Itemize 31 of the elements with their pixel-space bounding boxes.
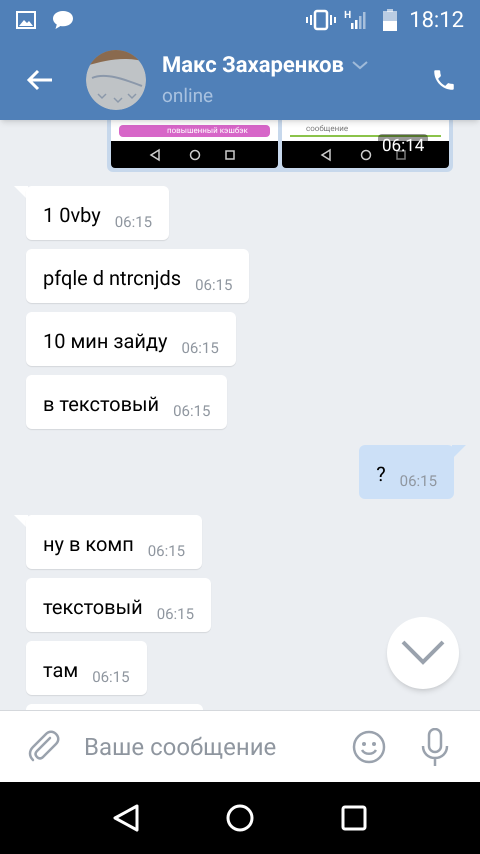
contact-name[interactable]: Макс Захаренков [162, 49, 344, 82]
vibrate-icon [306, 9, 336, 31]
network-type: H [344, 9, 352, 23]
message-bubble[interactable]: pfqle d ntrcnjds 06:15 [26, 249, 250, 303]
message-bubble[interactable]: ну в комп 06:15 [26, 515, 202, 569]
contact-status: online [162, 83, 214, 110]
message-bubble[interactable]: текстовый 06:15 [26, 578, 212, 632]
message-bubble[interactable]: там 06:15 [26, 641, 147, 695]
back-icon [27, 69, 53, 91]
recents-icon[interactable] [340, 805, 367, 831]
status-time: 18:12 [409, 6, 464, 34]
attachment-time: 06:14 [378, 134, 428, 160]
image-icon [16, 11, 36, 29]
message-bubble[interactable]: 10 мин зайду 06:15 [26, 312, 236, 366]
message-input[interactable]: Ваше сообщение [84, 728, 334, 764]
paperclip-icon[interactable] [28, 730, 60, 764]
home-icon[interactable] [226, 804, 254, 832]
battery-icon [383, 9, 398, 31]
message-bubble[interactable]: 1 0vby 06:15 [26, 186, 170, 240]
signal-icon [351, 11, 368, 29]
smiley-icon[interactable] [352, 730, 386, 764]
composer-bar[interactable]: Ваше сообщение [0, 710, 480, 782]
back-icon[interactable] [113, 804, 140, 832]
microphone-icon[interactable] [420, 728, 450, 766]
chevron-down-icon[interactable] [352, 61, 368, 70]
chevron-down-icon [401, 640, 445, 666]
promo-banner: повышенный кэшбэк [119, 125, 270, 137]
chat-icon [52, 10, 74, 30]
message-bubble[interactable]: в текстовый 06:15 [26, 375, 228, 429]
message-bubble[interactable]: ? 06:15 [359, 445, 454, 499]
avatar[interactable] [86, 50, 146, 110]
